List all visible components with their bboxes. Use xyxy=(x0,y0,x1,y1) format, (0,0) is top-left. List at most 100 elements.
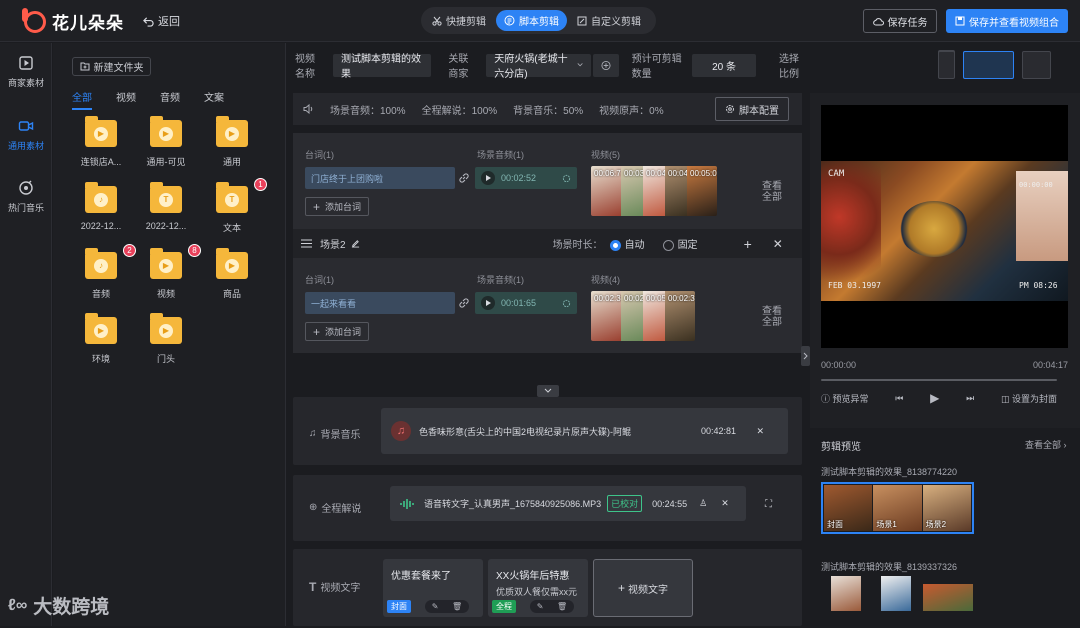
ratio-option-vertical[interactable] xyxy=(938,51,955,79)
video-thumb[interactable]: 00:02:33 xyxy=(665,291,695,341)
voice-person-icon[interactable]: ♙ xyxy=(699,498,707,509)
add-line-button[interactable]: + 添加台词 xyxy=(305,197,370,216)
clip-thumb[interactable]: 封面 xyxy=(824,485,873,531)
clip-thumb[interactable]: 场景2 xyxy=(922,485,971,531)
next-frame-icon[interactable]: ⏭ xyxy=(966,393,974,404)
ratio-option-square[interactable] xyxy=(1022,51,1051,79)
video-type-icon: ▶ xyxy=(159,258,173,273)
folder-item[interactable]: ▶ 通用-可见 xyxy=(137,116,195,168)
video-duration: 00:04:55 xyxy=(646,169,665,178)
folder-item[interactable]: ▶ 8 视频 xyxy=(137,244,201,300)
scene-2-header: 场景2 场景时长： 自动 固定 + ✕ xyxy=(293,229,802,258)
video-thumb[interactable]: 00:02:33 xyxy=(621,291,643,341)
mode-custom-edit[interactable]: 自定义剪辑 xyxy=(569,10,649,31)
remove-narration-icon[interactable]: ✕ xyxy=(721,498,729,509)
progress-slider[interactable] xyxy=(821,379,1057,381)
folder-item[interactable]: ▶ 门头 xyxy=(137,313,195,365)
clip-thumb[interactable]: 场景1 xyxy=(873,485,922,531)
audio-settings-icon[interactable] xyxy=(562,299,571,308)
video-thumb-strip[interactable]: 00:02:3300:02:3300:05:0000:02:33 xyxy=(591,291,695,341)
video-thumb[interactable]: 00:04:55 xyxy=(643,166,665,216)
preview-collapse-handle[interactable] xyxy=(801,346,810,366)
clip-group-1[interactable]: 封面 场景1 场景2 xyxy=(821,482,974,534)
see-all-button[interactable]: 查看全部 xyxy=(761,181,783,203)
clip-thumb-label: 封面 xyxy=(827,520,843,529)
link-icon[interactable] xyxy=(458,297,470,309)
video-text-card[interactable]: 优惠套餐来了 封面 ✎ 🗑 xyxy=(383,559,483,617)
video-thumb[interactable]: 00:05:00 xyxy=(687,166,717,216)
save-and-view-button[interactable]: 保存并查看视频组合 xyxy=(946,9,1068,33)
clip-group-2-thumb[interactable] xyxy=(923,584,973,611)
merchant-add-button[interactable] xyxy=(592,53,619,77)
video-thumb[interactable]: 00:04:57 xyxy=(665,166,687,216)
delete-icon[interactable]: 🗑 xyxy=(452,602,462,611)
play-icon[interactable] xyxy=(481,171,495,185)
narration-item[interactable]: 语音转文字_认真男声_1675840925086.MP3 已校对 00:24:5… xyxy=(390,486,746,521)
video-name-input[interactable]: 测试脚本剪辑的效果 xyxy=(332,53,432,80)
set-cover-button[interactable]: ◫ 设置为封面 xyxy=(1001,392,1057,405)
mode-quick-edit[interactable]: 快捷剪辑 xyxy=(424,10,494,31)
folder-item[interactable]: ▶ 商品 xyxy=(203,248,261,300)
folder-item[interactable]: ▶ 连锁店A... xyxy=(72,116,130,168)
play-icon[interactable]: ▶ xyxy=(930,391,939,405)
prev-frame-icon[interactable]: ⏮ xyxy=(895,393,903,404)
delete-icon[interactable]: 🗑 xyxy=(557,602,567,611)
video-text-card[interactable]: XX火锅年后特惠 优质双人餐仅需xx元 全程 ✎ 🗑 xyxy=(488,559,588,617)
preview-issue-link[interactable]: ⓘ 预览异常 xyxy=(821,392,869,405)
close-scene-icon[interactable]: ✕ xyxy=(773,237,783,251)
add-scene-icon[interactable]: + xyxy=(744,236,752,252)
add-line-button[interactable]: + 添加台词 xyxy=(305,322,370,341)
back-button[interactable]: 返回 xyxy=(143,13,180,29)
scan-text-icon[interactable]: ⛶ xyxy=(765,499,772,510)
folder-item[interactable]: T 2022-12... xyxy=(137,182,195,231)
tab-audio[interactable]: 音频 xyxy=(160,89,180,110)
clip-see-all-link[interactable]: 查看全部 › xyxy=(1025,438,1067,451)
collapse-down-button[interactable] xyxy=(537,385,559,397)
folder-item[interactable]: ♪ 2 音频 xyxy=(72,244,136,300)
video-thumb[interactable]: 00:02:33 xyxy=(591,291,621,341)
edit-icon[interactable]: ✎ xyxy=(537,602,544,611)
remove-bgm-icon[interactable]: ✕ xyxy=(756,426,764,437)
clip-group-2-thumb[interactable] xyxy=(881,576,911,611)
mode-script-edit[interactable]: 脚本剪辑 xyxy=(496,10,567,31)
folder-label: 连锁店A... xyxy=(80,157,122,167)
line-input[interactable]: 一起来看看 xyxy=(305,292,455,314)
video-thumb[interactable]: 00:06:73 xyxy=(591,166,621,216)
duration-fixed-radio[interactable]: 固定 xyxy=(662,236,698,251)
tab-copywriting[interactable]: 文案 xyxy=(204,89,224,110)
folder-item[interactable]: ▶ 环境 xyxy=(72,313,130,365)
audio-settings-icon[interactable] xyxy=(562,174,571,183)
video-thumb-strip[interactable]: 00:06:7300:03:9000:04:5500:04:5700:05:00 xyxy=(591,166,717,216)
see-all-button[interactable]: 查看全部 xyxy=(761,306,783,328)
nav-hot-music[interactable]: 热门音乐 xyxy=(0,180,52,214)
list-menu-icon[interactable] xyxy=(301,239,312,248)
scene-audio-item[interactable]: 00:01:65 xyxy=(475,292,577,314)
nav-merchant-assets[interactable]: 商家素材 xyxy=(0,55,52,89)
folder-item[interactable]: ♪ 2022-12... xyxy=(72,182,130,231)
clip-group-2-thumb[interactable] xyxy=(831,576,861,611)
play-icon[interactable] xyxy=(481,296,495,310)
edit-icon[interactable]: ✎ xyxy=(432,602,439,611)
video-thumb[interactable]: 00:05:00 xyxy=(643,291,665,341)
line-input[interactable]: 门店终于上团购啦 xyxy=(305,167,455,189)
add-video-text-button[interactable]: + 视频文字 xyxy=(593,559,693,617)
tab-video[interactable]: 视频 xyxy=(116,89,136,110)
bgm-track-item[interactable]: ♫ 色香味形意(舌尖上的中国2电视纪录片原声大碟)-阿鲲 00:42:81 ✕ xyxy=(381,408,788,454)
tab-all[interactable]: 全部 xyxy=(72,89,92,110)
folder-item[interactable]: ▶ 通用 xyxy=(203,116,261,168)
link-icon[interactable] xyxy=(458,172,470,184)
scene-audio-item[interactable]: 00:02:52 xyxy=(475,167,577,189)
folder-item[interactable]: T 1 文本 xyxy=(203,178,267,234)
scene-1: 台词(1) 门店终于上团购啦 + 添加台词 场景音频(1) 00:02:52 视… xyxy=(293,133,802,229)
ratio-option-landscape-selected[interactable] xyxy=(963,51,1014,79)
merchant-select[interactable]: 天府火锅(老城十六分店) xyxy=(486,53,591,80)
video-thumb[interactable]: 00:03:90 xyxy=(621,166,643,216)
nav-general-assets[interactable]: 通用素材 xyxy=(0,118,52,152)
save-task-button[interactable]: 保存任务 xyxy=(863,9,937,33)
edit-icon[interactable] xyxy=(351,239,360,248)
video-preview[interactable]: CAM FEB 03.1997 PM 08:26 00:00:00 xyxy=(821,105,1068,348)
duration-auto-radio[interactable]: 自动 xyxy=(609,236,645,251)
script-config-button[interactable]: 脚本配置 xyxy=(715,97,789,121)
new-folder-button[interactable]: 新建文件夹 xyxy=(72,57,151,76)
app-name: 花儿朵朵 xyxy=(52,14,124,33)
